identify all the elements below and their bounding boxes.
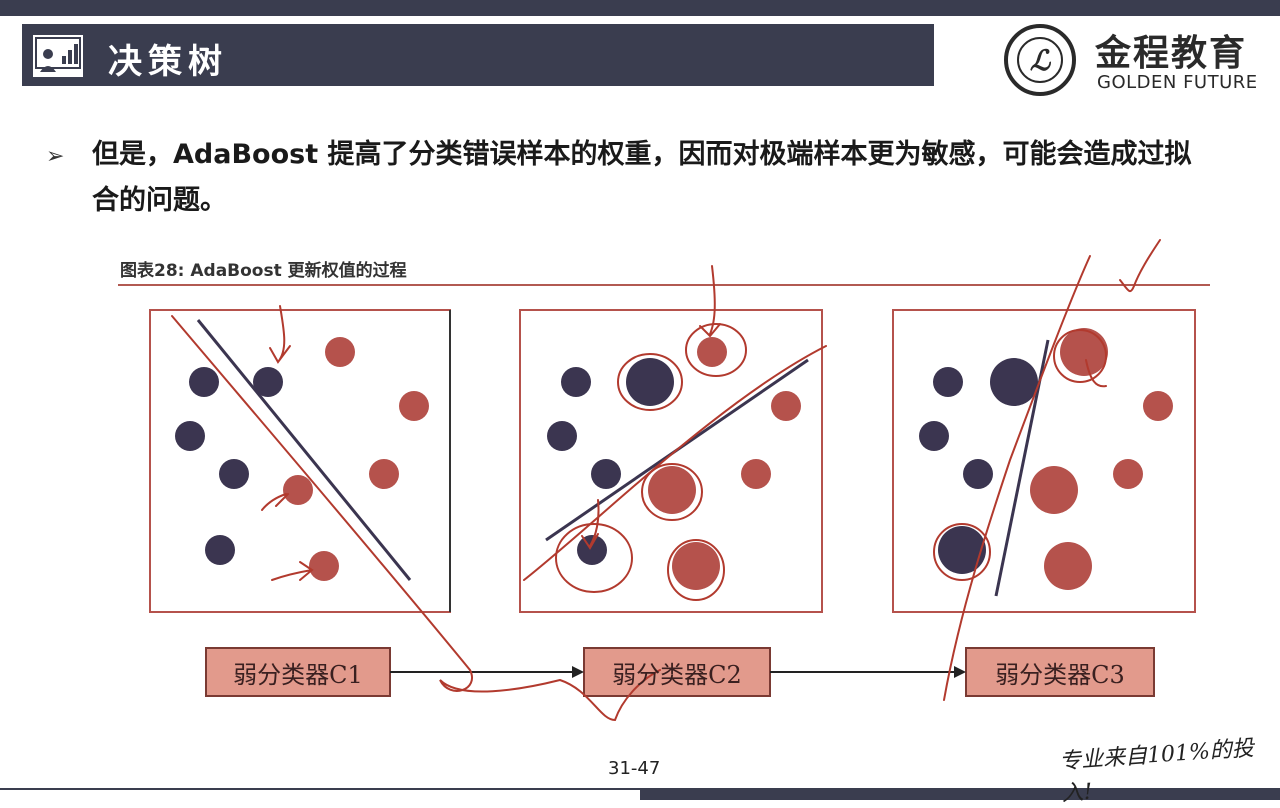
arrow-icon [954,666,966,678]
adaboost-figure: 弱分类器C1 弱分类器C2 弱分类器C3 [149,239,1196,722]
panel-2 [519,309,823,613]
arrow-icon [572,666,584,678]
panel-1 [149,309,451,613]
page-number: 31-47 [608,758,661,779]
classifier-label-1: 弱分类器C1 [233,661,363,689]
classifier-label-3: 弱分类器C3 [995,661,1125,689]
classifier-label-2: 弱分类器C2 [612,661,742,689]
